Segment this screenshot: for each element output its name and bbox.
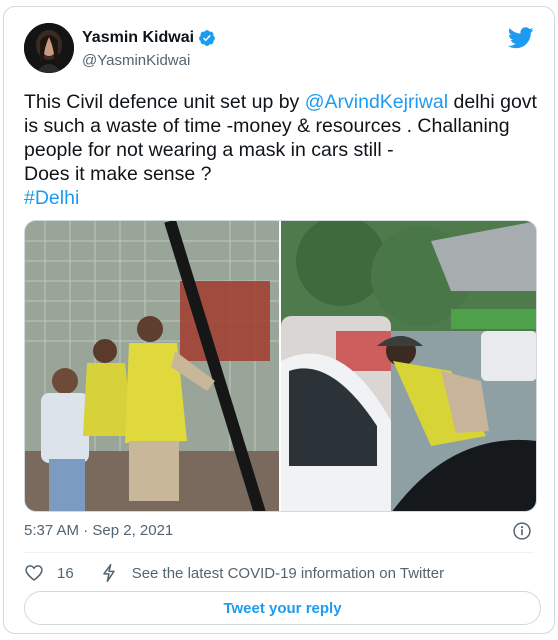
verified-badge-icon — [199, 30, 215, 46]
tweet-text: This Civil defence unit set up by @Arvin… — [24, 90, 544, 210]
like-count[interactable]: 16 — [57, 565, 74, 582]
info-icon[interactable] — [512, 521, 532, 541]
tweet-text-segment: delhi govt — [448, 91, 537, 113]
tweet-line-5: #Delhi — [24, 186, 544, 210]
divider — [24, 552, 534, 553]
photo-officer-at-car[interactable] — [281, 221, 536, 511]
author-name-row[interactable]: Yasmin Kidwai — [82, 29, 216, 47]
twitter-bird-icon[interactable] — [508, 27, 534, 49]
tweet-card: Yasmin Kidwai @YasminKidwai This Civil d… — [3, 6, 555, 634]
tweet-text-segment: This Civil defence unit set up by — [24, 91, 305, 113]
mention-link[interactable]: @ArvindKejriwal — [305, 91, 448, 113]
tweet-line-2: is such a waste of time -money & resourc… — [24, 115, 510, 137]
tweet-line-4: Does it make sense ? — [24, 163, 212, 185]
media-grid — [24, 220, 537, 512]
author-name[interactable]: Yasmin Kidwai — [82, 29, 194, 47]
lightning-icon — [102, 563, 115, 583]
tweet-timestamp[interactable]: 5:37 AM · Sep 2, 2021 — [24, 522, 173, 539]
hashtag-link[interactable]: #Delhi — [24, 187, 79, 209]
covid-info-link[interactable]: See the latest COVID-19 information on T… — [132, 565, 444, 582]
author-handle[interactable]: @YasminKidwai — [82, 52, 190, 69]
tweet-reply-button[interactable]: Tweet your reply — [24, 591, 541, 625]
photo-officers-roadside[interactable] — [25, 221, 281, 511]
tweet-line-1: This Civil defence unit set up by @Arvin… — [24, 90, 544, 114]
heart-icon[interactable] — [24, 563, 44, 583]
action-bar: 16 See the latest COVID-19 information o… — [24, 563, 444, 583]
tweet-line-3: people for not wearing a mask in cars st… — [24, 139, 394, 161]
avatar[interactable] — [24, 23, 74, 73]
